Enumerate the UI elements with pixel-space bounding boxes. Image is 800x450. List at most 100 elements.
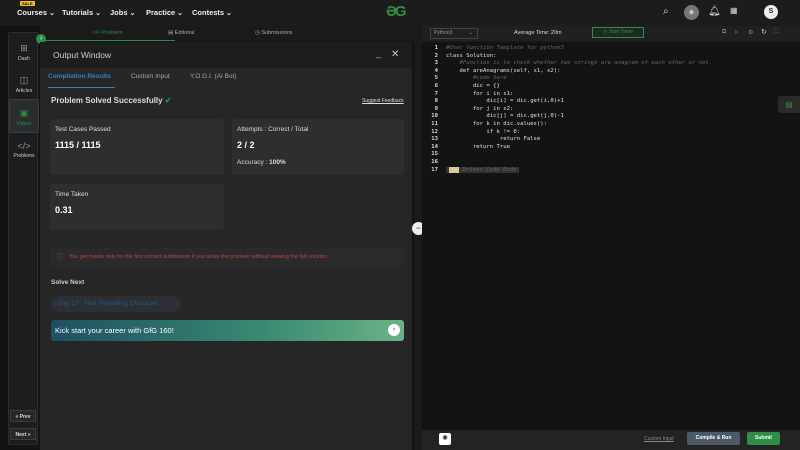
- fold-marker-icon[interactable]: [449, 166, 460, 173]
- code-line: dic[i] = dic.get(i,0)+1: [446, 98, 564, 105]
- sidebar-item-label: Dash: [18, 56, 30, 62]
- next-button[interactable]: Next »: [10, 428, 36, 440]
- banner-text: Kick start your career with GfG 160!: [55, 326, 174, 335]
- card-label: Test Cases Passed: [55, 126, 111, 133]
- time-value: 0.31: [55, 205, 73, 215]
- code-editor-panel: Python3 ⌄ Average Time: 20m ◷ Start Time…: [422, 26, 800, 450]
- nav-courses[interactable]: Courses: [17, 8, 55, 17]
- submit-button[interactable]: Submit: [747, 432, 780, 445]
- theme-icon[interactable]: ✷: [684, 5, 699, 20]
- sidebar-item-problems[interactable]: </> Problems: [9, 141, 39, 169]
- chat-icon[interactable]: ▤: [778, 96, 800, 113]
- code-line: #code here: [446, 75, 507, 82]
- line-number: 8: [434, 98, 438, 105]
- next-problem-chip[interactable]: Day 17 - Non Repeating Character: [51, 296, 181, 312]
- copy-icon[interactable]: ⧉: [722, 29, 726, 36]
- accuracy-label: Accuracy :: [237, 159, 268, 166]
- solve-next-heading: Solve Next: [51, 279, 85, 286]
- timer-label: Start Timer: [608, 29, 634, 35]
- line-number: 3: [434, 60, 438, 67]
- status-text: Problem Solved Successfully: [51, 96, 163, 105]
- tab-yogi-bot[interactable]: Y.O.G.I. (AI Bot): [190, 73, 236, 80]
- code-line: return False: [446, 136, 541, 143]
- line-number: 17: [431, 166, 438, 173]
- code-line: def areAnagrams(self, s1, s2):: [446, 67, 561, 74]
- editor-toolbar: Python3 ⌄ Average Time: 20m ◷ Start Time…: [422, 26, 800, 41]
- tab-label: Editorial: [174, 30, 195, 36]
- alert-circle-icon: ⓘ: [56, 254, 63, 261]
- line-number: 1: [434, 45, 438, 51]
- chevron-right-icon[interactable]: ›: [388, 324, 400, 336]
- tab-editorial[interactable]: ▤ Editorial: [168, 30, 195, 36]
- card-label: Attempts : Correct / Total: [237, 126, 309, 133]
- code-line: return True: [446, 143, 510, 150]
- bell-icon[interactable]: 🔔︎: [708, 6, 721, 17]
- sidebar-item-dash[interactable]: ⊞ Dash: [9, 39, 39, 67]
- line-number: 5: [434, 75, 438, 82]
- nav-practice[interactable]: Practice: [146, 8, 183, 17]
- output-header: Output Window _ ✕: [40, 42, 412, 68]
- code-line-text: Driver Code Ends: [462, 166, 517, 173]
- output-title: Output Window: [53, 50, 112, 60]
- average-time: Average Time: 20m: [514, 30, 562, 36]
- tab-label: Submissions: [261, 30, 293, 36]
- sidebar-item-label: Articles: [15, 88, 33, 94]
- line-number: 13: [431, 136, 438, 143]
- nav-contests[interactable]: Contests: [192, 8, 232, 17]
- sidebar: ⊞ Dash ◫ Articles ▣ Videos </> Problems « Pr…: [8, 32, 39, 445]
- sale-badge: SALE: [20, 1, 35, 6]
- nav-tutorials[interactable]: Tutorials: [62, 8, 101, 17]
- custom-input-link[interactable]: Custom Input: [644, 436, 674, 442]
- compile-run-button[interactable]: Compile & Run: [687, 432, 740, 445]
- language-value: Python3: [434, 30, 453, 36]
- line-number: 12: [431, 128, 438, 135]
- code-line: #Function is to check whether two string…: [446, 60, 713, 67]
- code-area[interactable]: 1 #User function Template for python3 2 cla…: [422, 42, 800, 430]
- code-line: dic = {}: [446, 83, 500, 89]
- translate-icon[interactable]: ▦: [730, 6, 738, 15]
- minimize-icon[interactable]: _: [376, 48, 381, 58]
- tab-submissions[interactable]: ◷ Submissions: [255, 30, 293, 36]
- line-number: 2: [434, 52, 438, 59]
- status-message: Problem Solved Successfully ✔: [51, 96, 172, 105]
- video-icon: ▣: [19, 108, 29, 118]
- code-line: if k != 0:: [446, 128, 521, 135]
- card-label: Time Taken: [55, 191, 89, 198]
- line-number: 11: [431, 121, 438, 127]
- reset-icon[interactable]: ↻: [761, 28, 767, 36]
- check-circle-icon: ✔: [164, 96, 172, 105]
- avatar[interactable]: S: [764, 5, 778, 19]
- sidebar-item-articles[interactable]: ◫ Articles: [9, 71, 39, 99]
- panel-divider[interactable]: [414, 26, 422, 450]
- tab-compilation-results[interactable]: Compilation Results: [48, 73, 115, 88]
- gfg-logo[interactable]: ƏG: [386, 3, 407, 20]
- sidebar-item-label: Problems: [13, 153, 35, 159]
- attempts-card: Attempts : Correct / Total 2 / 2 Accurac…: [232, 119, 404, 175]
- document-icon: ▤: [168, 30, 175, 36]
- language-select[interactable]: Python3 ⌄: [430, 28, 478, 39]
- bulb-icon[interactable]: ✺: [439, 433, 451, 445]
- tab-custom-input[interactable]: Custom Input: [131, 73, 170, 80]
- grid-icon: ⊞: [20, 43, 28, 53]
- prev-button[interactable]: « Prev: [10, 410, 36, 422]
- search-icon[interactable]: ⌕: [663, 6, 669, 17]
- start-timer-button[interactable]: ◷ Start Timer: [592, 27, 644, 38]
- editor-footer: ✺ Custom Input Compile & Run Submit: [422, 430, 800, 450]
- nav-jobs[interactable]: Jobs: [110, 8, 135, 17]
- code-line: for j in s2:: [446, 105, 514, 112]
- warning-message: ⓘ You get marks only for the first corre…: [50, 248, 404, 267]
- chevron-down-icon: ⌄: [468, 30, 473, 36]
- fullscreen-icon[interactable]: ⛶: [774, 29, 778, 36]
- close-icon[interactable]: ✕: [391, 49, 399, 60]
- line-number: 16: [431, 159, 438, 165]
- time-taken-card: Time Taken 0.31: [50, 184, 224, 230]
- sidebar-item-videos[interactable]: ▣ Videos: [9, 99, 39, 133]
- suggest-feedback-link[interactable]: Suggest Feedback: [362, 98, 404, 104]
- test-cases-value: 1115 / 1115: [55, 140, 101, 150]
- settings-icon[interactable]: ⚙: [748, 29, 753, 36]
- tab-problem[interactable]: </> Problem: [40, 26, 175, 41]
- gfg160-banner[interactable]: Kick start your career with GfG 160! ›: [51, 320, 404, 341]
- sidebar-item-label: Videos: [16, 121, 32, 127]
- line-number: 10: [431, 113, 438, 120]
- format-icon[interactable]: ⊧: [735, 29, 738, 36]
